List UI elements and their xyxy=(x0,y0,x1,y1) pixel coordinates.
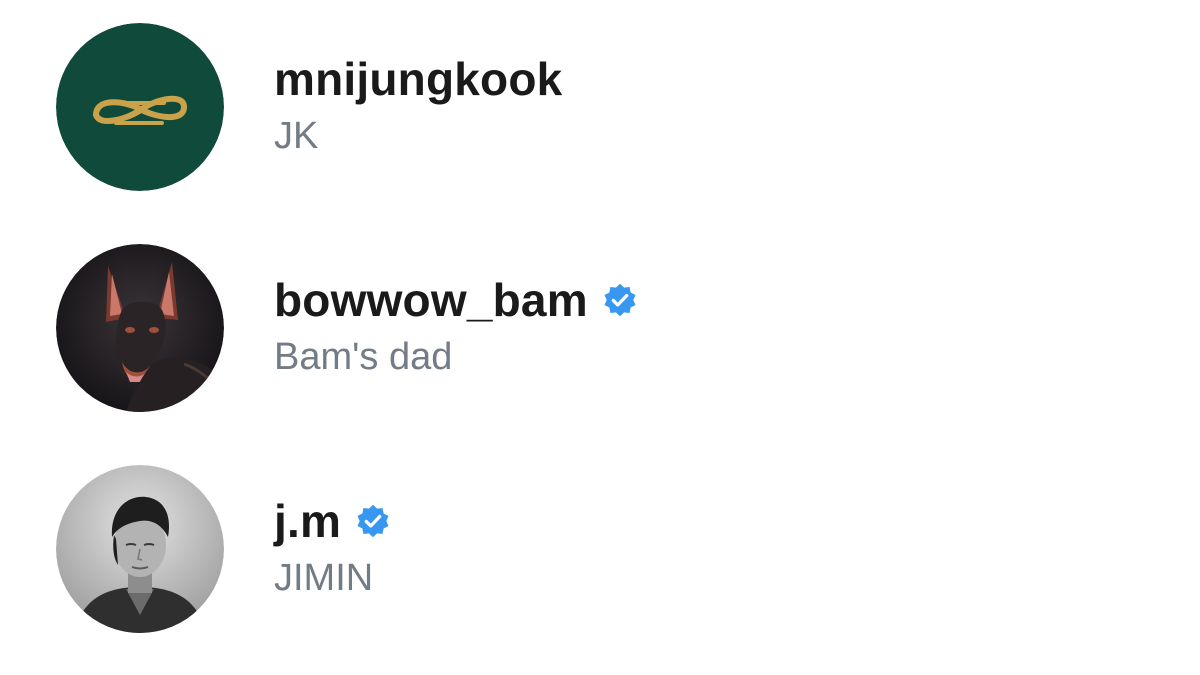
avatar[interactable] xyxy=(56,244,224,412)
avatar[interactable] xyxy=(56,465,224,633)
portrait-avatar-icon xyxy=(56,465,224,633)
account-row-bowwow-bam[interactable]: bowwow_bam Bam's dad xyxy=(56,244,956,414)
full-name: JK xyxy=(274,115,319,157)
username[interactable]: bowwow_bam xyxy=(274,272,588,328)
verified-badge-icon xyxy=(355,503,391,539)
username[interactable]: j.m xyxy=(274,493,341,549)
full-name: Bam's dad xyxy=(274,336,453,378)
account-row-mnijungkook[interactable]: mnijungkook JK xyxy=(56,23,956,193)
logo-avatar-icon xyxy=(56,23,224,191)
avatar[interactable] xyxy=(56,23,224,191)
verified-badge-icon xyxy=(602,282,638,318)
full-name: JIMIN xyxy=(274,557,374,599)
account-list: mnijungkook JK bowwow_bam Bam's dad j.m … xyxy=(0,0,1200,675)
username[interactable]: mnijungkook xyxy=(274,51,562,107)
doberman-avatar-icon xyxy=(56,244,224,412)
account-row-j-m[interactable]: j.m JIMIN xyxy=(56,465,956,635)
